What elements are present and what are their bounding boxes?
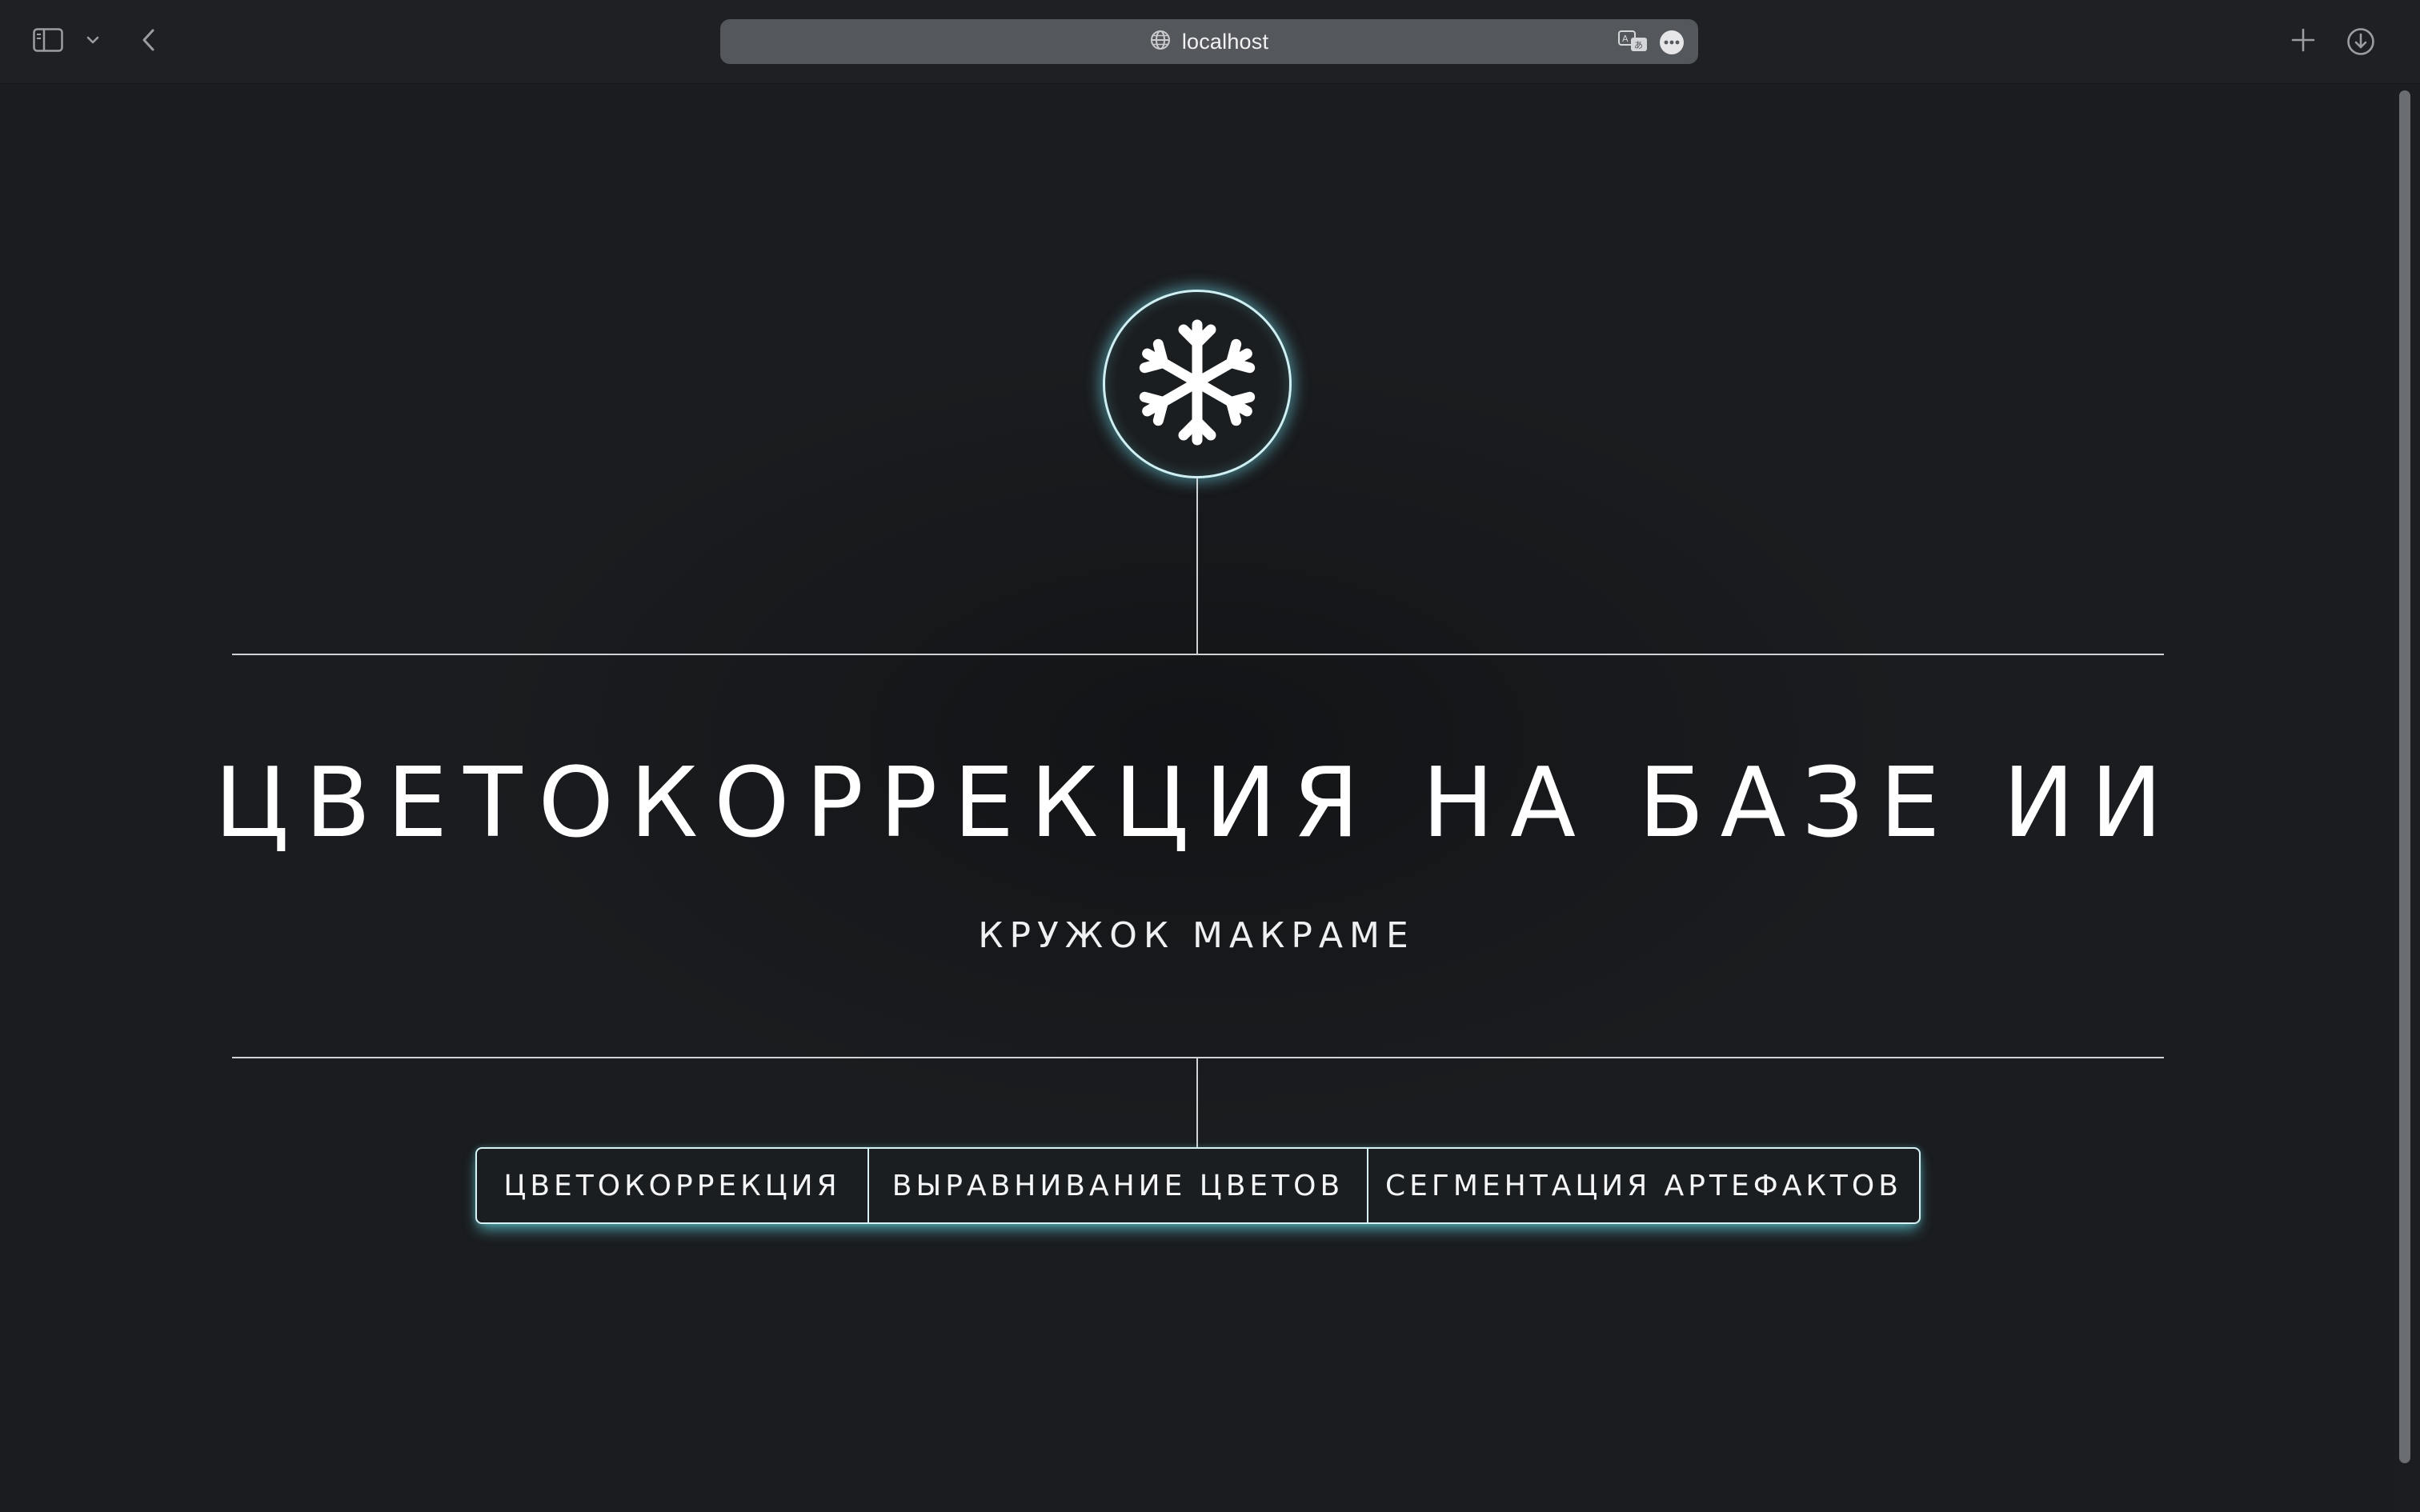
translate-icon[interactable]: A あ <box>1618 30 1649 53</box>
logo-badge <box>1103 290 1292 478</box>
scrollbar[interactable] <box>2393 84 2420 1512</box>
page-subtitle: КРУЖОК МАКРАМЕ <box>978 915 1415 956</box>
nav-tabs: ЦВЕТОКОРРЕКЦИЯ ВЫРАВНИВАНИЕ ЦВЕТОВ СЕГМЕ… <box>475 1147 1921 1224</box>
browser-window: localhost A あ ЦВЕТОКОРРЕКЦИЯ НА БАЗЕ ИИ … <box>0 0 2420 1512</box>
download-icon <box>2347 28 2374 55</box>
snowflake-icon <box>1137 314 1257 454</box>
url-text: localhost <box>1181 29 1269 54</box>
chevron-left-icon <box>142 29 154 51</box>
tab-color-correction[interactable]: ЦВЕТОКОРРЕКЦИЯ <box>477 1149 867 1222</box>
browser-toolbar: localhost A あ <box>0 0 2420 84</box>
address-bar[interactable]: localhost A あ <box>720 19 1698 64</box>
divider-bottom <box>232 1057 2164 1058</box>
globe-icon <box>1150 30 1171 54</box>
svg-text:A: A <box>1622 34 1629 44</box>
chevron-down-icon[interactable] <box>80 27 106 53</box>
page-title: ЦВЕТОКОРРЕКЦИЯ НА БАЗЕ ИИ <box>214 748 2179 859</box>
new-tab-button[interactable] <box>2284 21 2322 59</box>
plus-icon <box>2291 28 2315 52</box>
connector-line-top <box>1196 478 1198 654</box>
ellipsis-icon[interactable] <box>1660 30 1684 54</box>
tab-artifact-segmentation[interactable]: СЕГМЕНТАЦИЯ АРТЕФАКТОВ <box>1367 1149 1919 1222</box>
connector-line-bottom <box>1196 1058 1198 1147</box>
svg-text:あ: あ <box>1634 40 1643 50</box>
downloads-button[interactable] <box>2340 21 2382 62</box>
sidebar-icon[interactable] <box>29 24 67 56</box>
scrollbar-thumb[interactable] <box>2399 90 2410 1463</box>
back-button[interactable] <box>131 21 166 59</box>
divider-top <box>232 654 2164 655</box>
tab-color-matching[interactable]: ВЫРАВНИВАНИЕ ЦВЕТОВ <box>867 1149 1367 1222</box>
